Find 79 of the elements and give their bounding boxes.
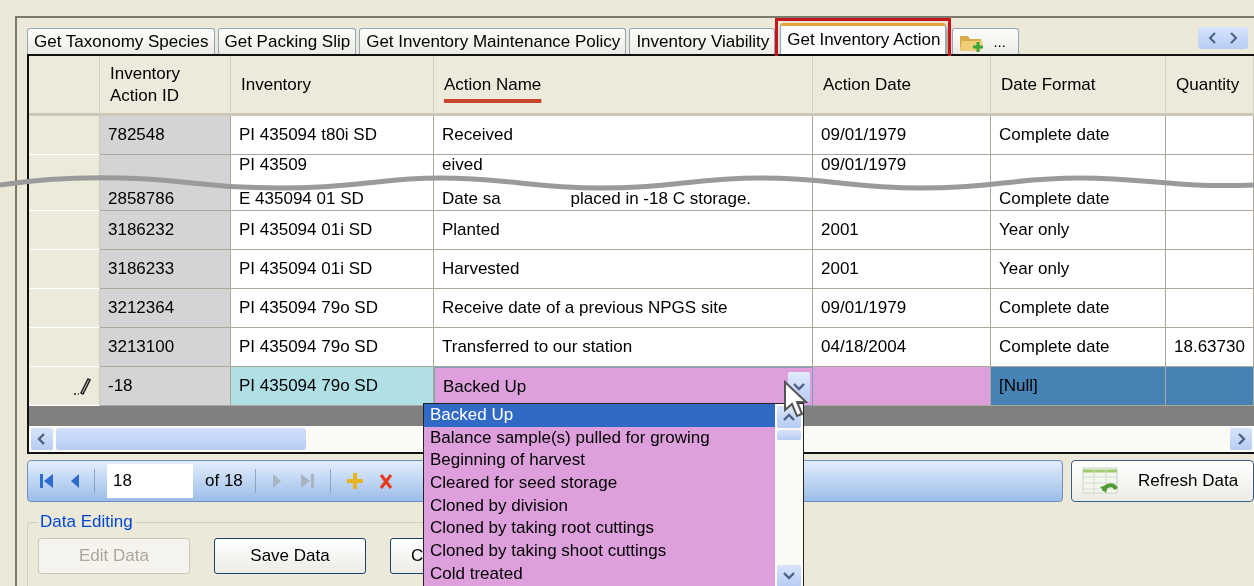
table-cell: 3212364 bbox=[100, 289, 231, 328]
table-cell: PI 435094 01i SD bbox=[231, 250, 434, 289]
column-header[interactable]: Date Format bbox=[991, 56, 1166, 116]
refresh-data-button[interactable]: Refresh Data bbox=[1071, 460, 1254, 502]
column-header[interactable]: Action Name bbox=[434, 56, 813, 116]
table-cell: PI 435094 01i SD bbox=[231, 211, 434, 250]
table-cell: Complete date bbox=[991, 328, 1166, 367]
position-field[interactable]: 18 bbox=[107, 464, 193, 498]
table-cell: 3186233 bbox=[100, 250, 231, 289]
chevron-right-icon bbox=[1236, 433, 1246, 445]
table-cell: Complete date bbox=[991, 116, 1166, 155]
table-cell: PI 435094 79o SD bbox=[231, 367, 434, 406]
table-cell: 782548 bbox=[100, 116, 231, 155]
cell-text: 2858786 bbox=[108, 189, 175, 209]
table-cell: PI 435094 79o SD bbox=[231, 289, 434, 328]
more-tabs-tab[interactable]: ... bbox=[952, 28, 1019, 54]
table-cell: 04/18/2004 bbox=[813, 328, 991, 367]
cell-text: eived bbox=[442, 155, 483, 175]
tab[interactable]: Inventory Viability bbox=[629, 28, 776, 54]
scroll-right-icon[interactable] bbox=[1228, 32, 1238, 44]
column-header[interactable]: Action Date bbox=[813, 56, 991, 116]
scroll-left-button[interactable] bbox=[31, 428, 53, 450]
table-cell: 2001 bbox=[813, 211, 991, 250]
cell-text: PI 43509 bbox=[239, 155, 308, 175]
table-cell: Receive date of a previous NPGS site bbox=[434, 289, 813, 328]
scroll-left-icon[interactable] bbox=[1208, 32, 1218, 44]
group-title: Data Editing bbox=[39, 512, 134, 532]
tab[interactable]: Get Inventory Maintenance Policy bbox=[359, 28, 627, 54]
chevron-down-icon bbox=[783, 571, 795, 581]
cell-text: Complete date bbox=[999, 189, 1110, 209]
row-header[interactable] bbox=[29, 155, 100, 211]
table-cell: PI 435094 t80i SD bbox=[231, 116, 434, 155]
tab-scroll-buttons[interactable] bbox=[1198, 27, 1248, 49]
list-item[interactable]: Balance sample(s) pulled for growing bbox=[424, 426, 775, 450]
table-cell: Planted bbox=[434, 211, 813, 250]
column-header[interactable]: Inventory bbox=[231, 56, 434, 116]
tab[interactable]: Get Taxonomy Species bbox=[27, 28, 215, 54]
scroll-right-button[interactable] bbox=[1230, 428, 1252, 450]
first-record-icon[interactable] bbox=[38, 472, 56, 490]
table-cell: 2001 bbox=[813, 250, 991, 289]
cell-text: Date sa bbox=[442, 189, 501, 209]
table-cell: Harvested bbox=[434, 250, 813, 289]
list-item[interactable]: Cloned by taking root cuttings bbox=[424, 517, 775, 541]
table-cell: 3213100 bbox=[100, 328, 231, 367]
action-button[interactable]: Save Data bbox=[214, 538, 366, 574]
list-item[interactable]: Cloned by division bbox=[424, 494, 775, 518]
table-cell: Year only bbox=[991, 250, 1166, 289]
table-cell: 09/01/1979 bbox=[813, 289, 991, 328]
vertical-scrollbar[interactable] bbox=[775, 404, 803, 586]
cell-text: placed in -18 C storage. bbox=[570, 189, 752, 209]
tab[interactable]: Get Packing Slip bbox=[217, 28, 357, 54]
delete-icon[interactable] bbox=[378, 471, 393, 491]
table-cell: Transferred to our station bbox=[434, 328, 813, 367]
table-cell: Received bbox=[434, 116, 813, 155]
tab[interactable]: Get Inventory Action bbox=[780, 23, 947, 54]
table-cell: Complete date bbox=[991, 289, 1166, 328]
column-header[interactable]: Inventory Action ID bbox=[100, 56, 231, 116]
table-cell: [Null] bbox=[991, 367, 1166, 406]
scroll-down-button[interactable] bbox=[777, 565, 801, 586]
list-item[interactable]: Cleared for seed storage bbox=[424, 472, 775, 495]
cell-text: E 435094 01 SD bbox=[239, 189, 364, 209]
table-cell: 18.63730 bbox=[1166, 328, 1254, 367]
table-cell: 09/01/1979 bbox=[813, 116, 991, 155]
mouse-pointer-icon bbox=[783, 380, 809, 418]
table-cell: 3186232 bbox=[100, 211, 231, 250]
column-header[interactable]: Quantity bbox=[1166, 56, 1254, 116]
table-cell: -18 bbox=[100, 367, 231, 406]
chevron-left-icon bbox=[37, 433, 47, 445]
chevron-down-icon bbox=[793, 381, 805, 392]
table-cell: PI 435094 79o SD bbox=[231, 328, 434, 367]
scrollbar-thumb[interactable] bbox=[777, 430, 801, 440]
cell-text: 09/01/1979 bbox=[821, 155, 907, 175]
record-count: of 18 bbox=[205, 471, 243, 491]
pencil-icon bbox=[73, 376, 91, 396]
table-cell: Year only bbox=[991, 211, 1166, 250]
row-header[interactable] bbox=[29, 367, 100, 406]
scrollbar-thumb[interactable] bbox=[56, 428, 306, 450]
list-item[interactable]: Backed Up bbox=[424, 404, 775, 427]
list-item[interactable]: Beginning of harvest bbox=[424, 449, 775, 473]
